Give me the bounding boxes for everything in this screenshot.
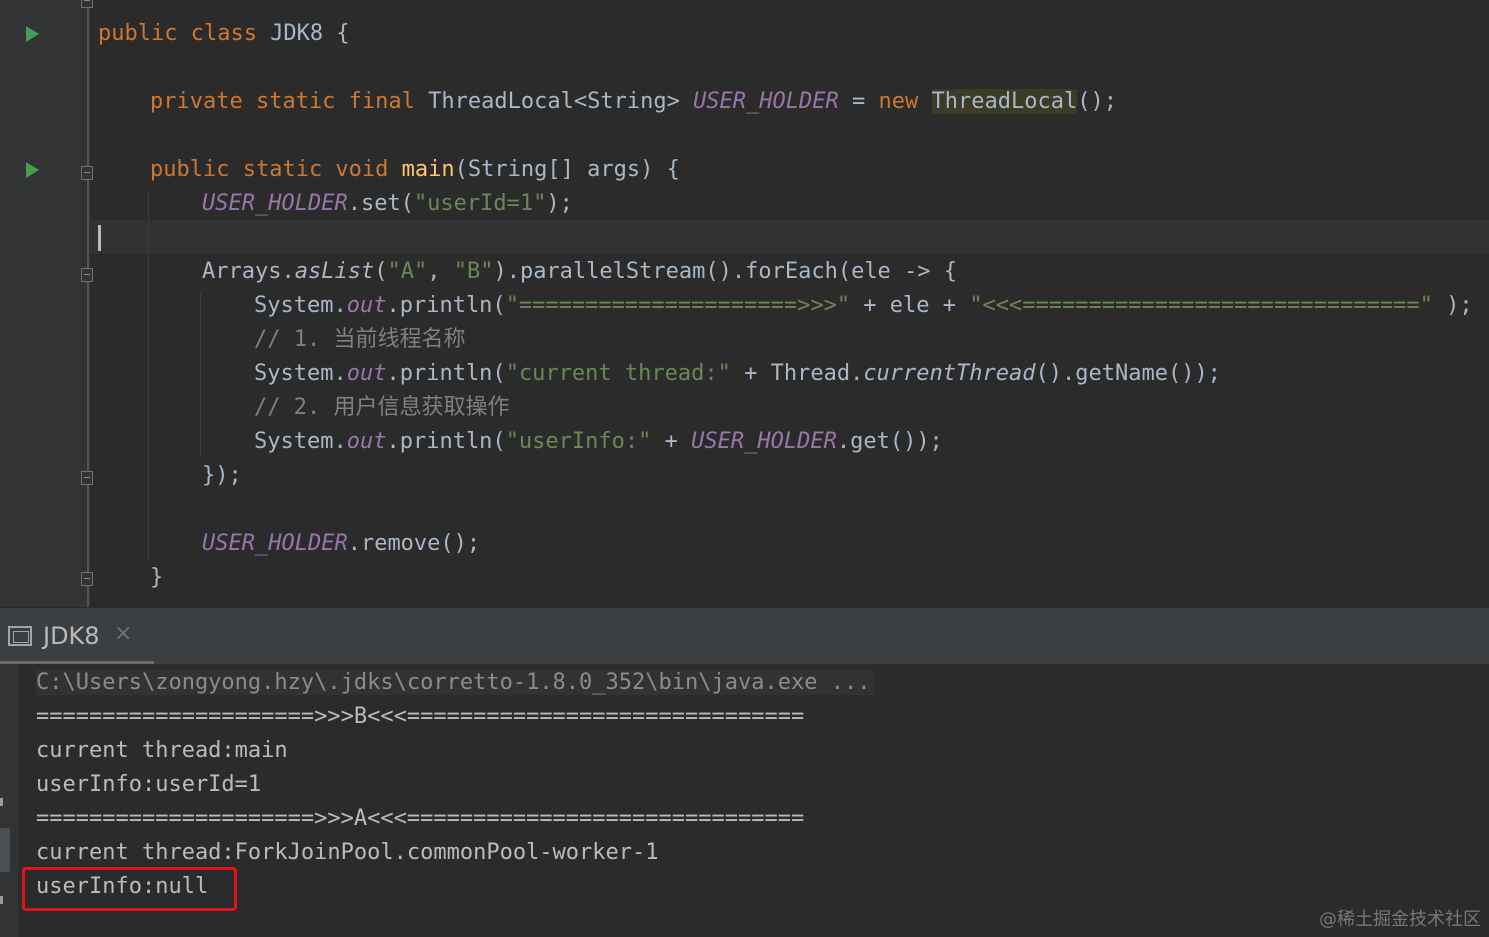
code-comment-2: // 2. 用户信息获取操作 <box>254 395 510 420</box>
usage-highlight: ThreadLocal <box>931 89 1078 114</box>
run-tab-jdk8[interactable]: JDK8 × <box>0 608 154 665</box>
run-main-icon[interactable] <box>26 162 39 178</box>
toolbar-button[interactable] <box>0 828 10 872</box>
fold-lambda-end-icon[interactable] <box>81 471 93 485</box>
toolbar-marker <box>0 896 3 904</box>
console-line: current thread:main <box>36 738 288 763</box>
console-line: C:\Users\zongyong.hzy\.jdks\corretto-1.8… <box>36 666 875 700</box>
code-comment-1: // 1. 当前线程名称 <box>254 327 466 352</box>
toolbar-marker <box>0 798 3 806</box>
run-tab-label: JDK8 <box>43 622 100 650</box>
console-toolbar <box>0 664 18 937</box>
code-line-print-sep: System.out.println("====================… <box>254 293 1473 318</box>
code-line-remove: USER_HOLDER.remove(); <box>202 531 481 556</box>
close-icon[interactable]: × <box>114 621 132 646</box>
fold-lambda-icon[interactable] <box>81 268 93 282</box>
watermark: @稀土掘金技术社区 <box>1319 909 1481 930</box>
console-line: =====================>>>A<<<============… <box>36 806 805 831</box>
code-line-lambda-close: }); <box>202 463 242 488</box>
code-line-set: USER_HOLDER.set("userId=1"); <box>202 191 573 216</box>
annotation-highlight-box <box>22 867 237 911</box>
console-line: =====================>>>B<<<============… <box>36 704 805 729</box>
code-editor[interactable]: public class JDK8 { private static final… <box>0 0 1489 607</box>
run-class-icon[interactable] <box>26 26 39 42</box>
code-line-main-close: } <box>150 565 164 590</box>
fold-marker-icon[interactable] <box>81 0 93 8</box>
console-window-icon <box>8 626 32 646</box>
console-command-line: C:\Users\zongyong.hzy\.jdks\corretto-1.8… <box>36 670 875 695</box>
fold-main-icon[interactable] <box>81 166 93 180</box>
code-line-class: public class JDK8 { <box>98 21 350 46</box>
code-line-main: public static void main(String[] args) { <box>150 157 680 182</box>
editor-gutter <box>0 0 90 607</box>
code-line-field: private static final ThreadLocal<String>… <box>150 89 1117 114</box>
fold-main-end-icon[interactable] <box>81 572 93 586</box>
gutter-separator <box>87 0 89 607</box>
code-line-print-user: System.out.println("userInfo:" + USER_HO… <box>254 429 943 454</box>
run-tool-window-header: JDK8 × <box>0 607 1489 665</box>
console-line: userInfo:userId=1 <box>36 772 262 797</box>
code-line-stream: Arrays.asList("A", "B").parallelStream()… <box>202 259 958 284</box>
console-line: current thread:ForkJoinPool.commonPool-w… <box>36 840 659 865</box>
code-content: public class JDK8 { private static final… <box>98 0 1489 607</box>
code-line-print-thread: System.out.println("current thread:" + T… <box>254 361 1221 386</box>
